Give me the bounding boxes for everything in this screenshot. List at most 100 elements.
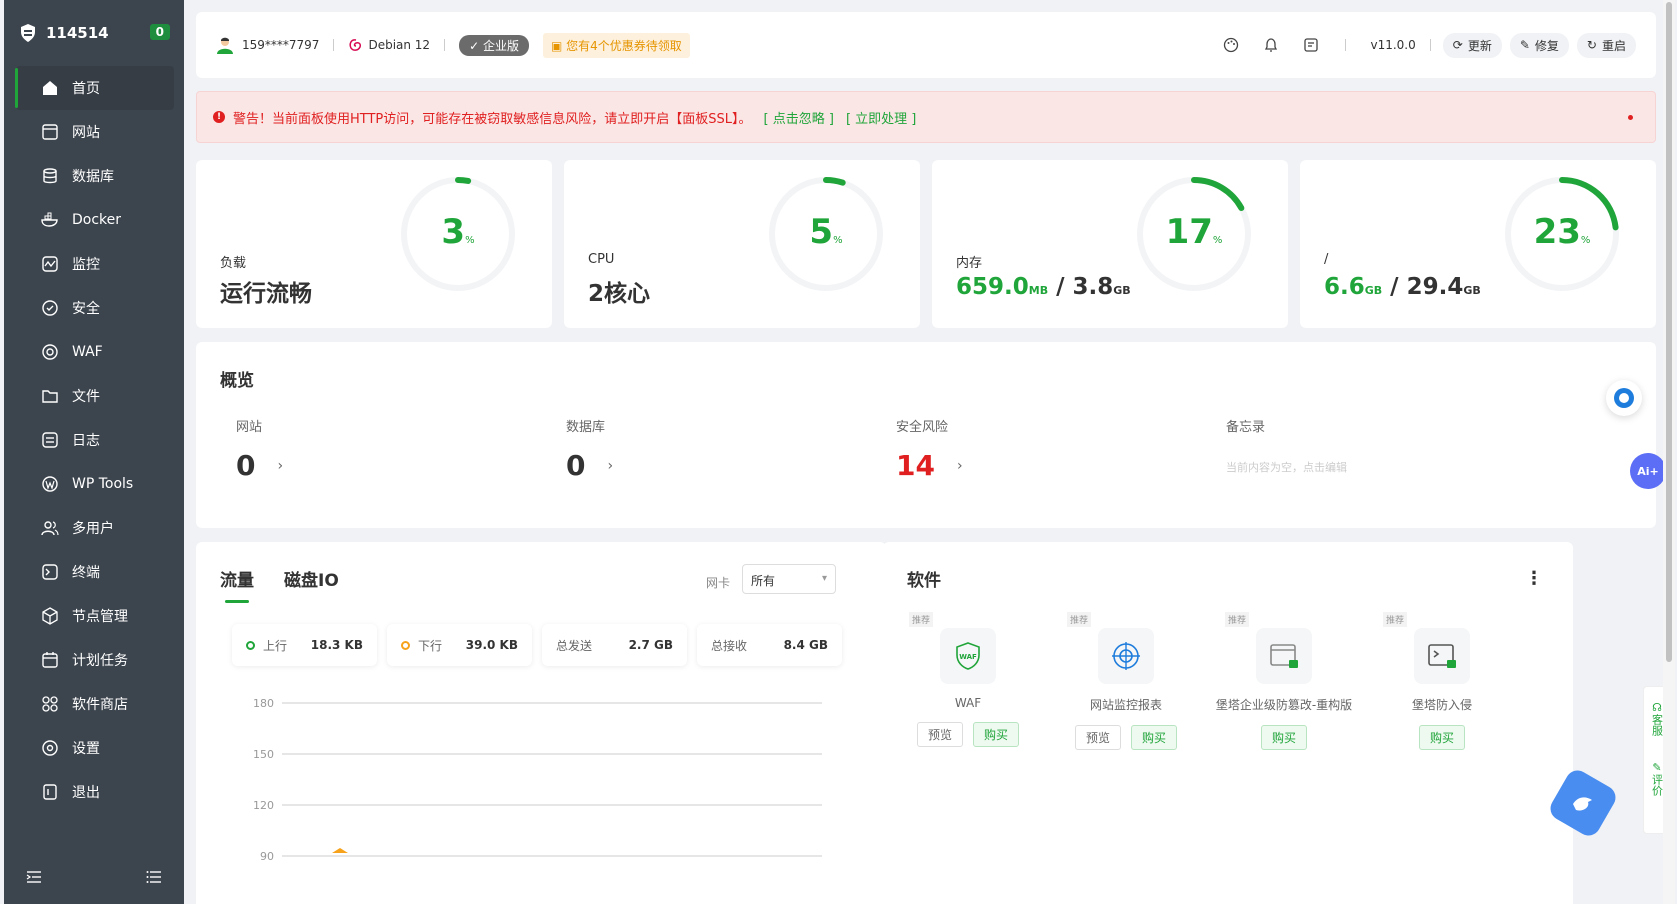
memory-label: 内存 — [956, 256, 983, 271]
repair-button[interactable]: ✎ 修复 — [1509, 32, 1569, 58]
bird-icon — [1573, 797, 1592, 811]
sidebar-item-logs[interactable]: 日志 — [4, 418, 184, 462]
sidebar-item-store[interactable]: 软件商店 — [4, 682, 184, 726]
software-buttons: 预览 购买 — [1051, 725, 1201, 750]
ignore-link[interactable]: [ 点击忽略 ] — [764, 108, 834, 127]
bell-icon[interactable] — [1263, 37, 1279, 53]
sidebar-item-security[interactable]: 安全 — [4, 286, 184, 330]
user-info[interactable]: 159****7797 — [216, 36, 319, 54]
divider — [1345, 39, 1347, 51]
load-percent: 3% — [441, 212, 475, 252]
y-tick-label: 90 — [260, 850, 274, 863]
cpu-gauge: 5% — [766, 174, 886, 294]
settings-icon — [40, 738, 60, 758]
handle-link[interactable]: [ 立即处理 ] — [846, 108, 916, 127]
sidebar-item-users[interactable]: 多用户 — [4, 506, 184, 550]
load-card[interactable]: 3% 负载 运行流畅 — [196, 160, 552, 328]
sidebar-footer — [4, 870, 184, 888]
disk-card[interactable]: 23% / 6.6GB / 29.4GB — [1300, 160, 1656, 328]
ssl-warning-alert: ! 警告！当前面板使用HTTP访问，可能存在被窃取敏感信息风险，请立即开启【面板… — [196, 91, 1656, 143]
sidebar-item-logout[interactable]: 退出 — [4, 770, 184, 814]
sidebar-item-monitor[interactable]: 监控 — [4, 242, 184, 286]
sidebar-item-label: WAF — [72, 344, 103, 360]
overview-card: 概览 网站 0 › 数据库 0 › 安全风险 14 › 备忘录 当前内容为空，点击编辑 — [196, 342, 1656, 528]
svg-text:WAF: WAF — [959, 653, 977, 661]
y-tick-label: 120 — [253, 799, 274, 812]
overview-security[interactable]: 安全风险 14 › — [896, 416, 963, 482]
scrollbar[interactable] — [1663, 0, 1675, 904]
disk-gauge: 23% — [1502, 174, 1622, 294]
wordpress-icon — [40, 474, 60, 494]
buy-button[interactable]: 购买 — [973, 722, 1020, 747]
chat-float-button[interactable] — [1606, 380, 1642, 416]
sidebar-item-settings[interactable]: 设置 — [4, 726, 184, 770]
sidebar-item-nodes[interactable]: 节点管理 — [4, 594, 184, 638]
overview-websites[interactable]: 网站 0 › — [236, 416, 283, 482]
nic-select[interactable]: 所有 ▾ — [742, 564, 836, 594]
os-name: Debian 12 — [368, 38, 431, 52]
memo-placeholder[interactable]: 当前内容为空，点击编辑 — [1226, 459, 1347, 475]
y-tick-label: 180 — [253, 697, 274, 710]
coupon-text: 您有4个优惠券待领取 — [566, 38, 682, 53]
wrench-icon: ✎ — [1519, 38, 1530, 52]
edit-icon: ✎ — [1652, 761, 1662, 774]
preview-button[interactable]: 预览 — [916, 722, 963, 747]
recommend-tag: 推荐 — [1225, 612, 1250, 627]
buy-button[interactable]: 购买 — [1131, 725, 1178, 750]
avatar-icon — [217, 37, 233, 54]
repair-label: 修复 — [1534, 38, 1559, 53]
more-options-icon[interactable]: ⋮ — [1525, 568, 1543, 589]
collapse-menu-icon[interactable] — [26, 870, 42, 888]
overview-databases[interactable]: 数据库 0 › — [566, 416, 613, 482]
tab-traffic[interactable]: 流量 — [220, 566, 254, 603]
buy-button[interactable]: 购买 — [1260, 725, 1307, 750]
cpu-card[interactable]: 5% CPU 2核心 — [564, 160, 920, 328]
memory-card[interactable]: 17% 内存 659.0MB / 3.8GB — [932, 160, 1288, 328]
sidebar-badge[interactable]: 0 — [149, 24, 170, 40]
sidebar-item-database[interactable]: 数据库 — [4, 154, 184, 198]
menu-list-icon[interactable] — [146, 870, 162, 888]
ai-assistant-button[interactable]: Ai+ — [1630, 453, 1666, 489]
overview-memo[interactable]: 备忘录 当前内容为空，点击编辑 — [1226, 416, 1347, 475]
log-icon — [40, 430, 60, 450]
sidebar-item-cron[interactable]: 计划任务 — [4, 638, 184, 682]
sidebar-item-waf[interactable]: WAF — [4, 330, 184, 374]
waf-shield-icon[interactable]: WAF — [940, 628, 996, 684]
sidebar-item-label: 设置 — [72, 741, 100, 757]
top-bar: 159****7797 Debian 12 ✓ 企业版 ▣ 您有4个优惠券待领取… — [196, 12, 1656, 78]
sidebar-item-label: 文件 — [72, 389, 100, 405]
terminal-lock-icon[interactable] — [1414, 628, 1470, 684]
sidebar-item-website[interactable]: 网站 — [4, 110, 184, 154]
traffic-chart: 180 150 120 90 — [253, 697, 822, 863]
software-name: 堡塔企业级防篡改-重构版 — [1215, 698, 1353, 712]
sidebar-item-wp-tools[interactable]: WP Tools — [4, 462, 184, 506]
theme-icon[interactable] — [1223, 37, 1239, 53]
lock-window-icon[interactable] — [1256, 628, 1312, 684]
radar-icon[interactable] — [1098, 628, 1154, 684]
version-label[interactable]: v11.0.0 — [1370, 38, 1415, 52]
buy-button[interactable]: 购买 — [1418, 725, 1465, 750]
restart-button[interactable]: ↻ 重启 — [1576, 32, 1636, 58]
sidebar-item-terminal[interactable]: 终端 — [4, 550, 184, 594]
disk-label: / — [1324, 252, 1329, 267]
tab-disk-io[interactable]: 磁盘IO — [284, 566, 339, 591]
update-button[interactable]: ⟳ 更新 — [1442, 32, 1502, 58]
sidebar-item-label: 数据库 — [72, 169, 114, 185]
software-buttons: 预览 购买 — [893, 722, 1043, 747]
coupon-link[interactable]: ▣ 您有4个优惠券待领取 — [542, 32, 690, 58]
sidebar-item-label: 网站 — [72, 125, 100, 141]
preview-button[interactable]: 预览 — [1074, 725, 1121, 750]
topbar-actions: v11.0.0 ⟳ 更新 ✎ 修复 ↻ 重启 — [1211, 12, 1636, 78]
sidebar-item-docker[interactable]: Docker — [4, 198, 184, 242]
scrollbar-thumb[interactable] — [1666, 2, 1672, 662]
software-buttons: 购买 — [1367, 725, 1517, 750]
refresh-icon: ⟳ — [1452, 38, 1463, 52]
calendar-icon — [40, 650, 60, 670]
restart-label: 重启 — [1601, 38, 1626, 53]
notes-icon[interactable] — [1303, 37, 1319, 53]
upload-value: 18.3 KB — [310, 638, 363, 652]
download-stat: 下行 39.0 KB — [387, 624, 532, 666]
disk-usage: 6.6GB / 29.4GB — [1324, 274, 1481, 300]
sidebar-item-home[interactable]: 首页 — [15, 66, 174, 110]
sidebar-item-files[interactable]: 文件 — [4, 374, 184, 418]
